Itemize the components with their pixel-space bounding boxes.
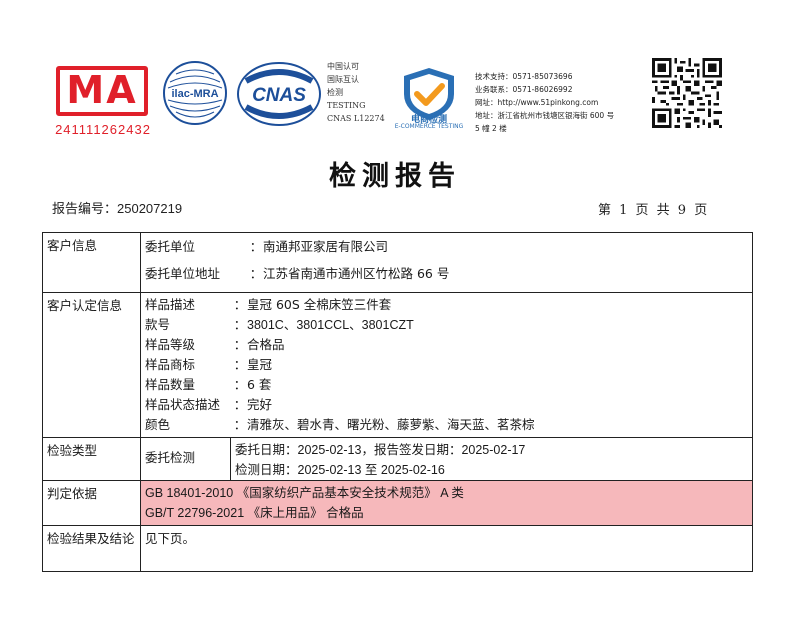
field-label: 委托单位地址 bbox=[145, 266, 221, 281]
inspection-type-cell: 委托检测 委托日期：2025-02-13，报告签发日期：2025-02-17 检… bbox=[140, 437, 753, 481]
sample-info-cell: 样品描述 ：皇冠 60S 全棉床笠三件套 款号 ：3801C、3801CCL、380… bbox=[140, 292, 753, 438]
inspection-dates: 委托日期：2025-02-13，报告签发日期：2025-02-17 检测日期：2… bbox=[231, 438, 529, 480]
table-row-customer-info: 客户信息 委托单位 ：南通邦亚家居有限公司 委托单位地址 ：江苏省南通市通州区竹松路… bbox=[42, 232, 753, 293]
basis-standard-line: GB 18401-2010 《国家纺织产品基本安全技术规范》 A 类 bbox=[145, 486, 464, 500]
cma-logo-text: MA bbox=[66, 68, 138, 112]
page-indicator: 第 1 页 共 9 页 bbox=[598, 203, 708, 218]
result-cell: 见下页。 bbox=[140, 525, 753, 572]
category-cell: 客户信息 bbox=[42, 232, 141, 293]
field-label: 颜色 bbox=[145, 417, 171, 432]
header-logos: MA 241111262432 ilac-MRA CNAS 中国认可 国际互认 … bbox=[0, 0, 790, 150]
cma-number: 241111262432 bbox=[55, 122, 151, 137]
field-value: 完好 bbox=[247, 397, 273, 412]
table-row-inspection-type: 检验类型 委托检测 委托日期：2025-02-13，报告签发日期：2025-02… bbox=[42, 437, 753, 481]
field-value: 皇冠 bbox=[247, 357, 273, 372]
tech-support-line: 技术支持：0571-85073696 bbox=[475, 72, 573, 81]
cnas-logo-text: CNAS bbox=[252, 85, 306, 106]
table-row-customer-confirmed: 客户认定信息 样品描述 ：皇冠 60S 全棉床笠三件套 款号 ：3801C、3801… bbox=[42, 292, 753, 438]
field-label: 样品商标 bbox=[145, 357, 196, 372]
info-line: 样品状态描述 ：完好 bbox=[145, 395, 748, 415]
cma-logo: MA 241111262432 bbox=[55, 66, 150, 140]
report-number: 报告编号：250207219 bbox=[52, 198, 182, 217]
basis-standard-line: GB/T 22796-2021 《床上用品》 合格品 bbox=[145, 506, 364, 520]
field-value: 合格品 bbox=[247, 337, 285, 352]
field-label: 款号 bbox=[145, 317, 171, 332]
field-label: 样品描述 bbox=[145, 297, 196, 312]
info-line: 样品商标 ：皇冠 bbox=[145, 355, 748, 375]
field-value: 6 套 bbox=[247, 377, 272, 392]
website-line[interactable]: 网址：http://www.51pinkong.com bbox=[475, 96, 635, 109]
address-line: 地址：浙江省杭州市钱塘区银海街 600 号 bbox=[475, 111, 615, 120]
ilac-mra-logo: ilac-MRA bbox=[163, 61, 227, 125]
ecommerce-testing-subtitle: E-COMMERCE TESTING bbox=[394, 123, 464, 130]
field-value: 南通邦亚家居有限公司 bbox=[263, 239, 389, 254]
field-label: 委托单位 bbox=[145, 239, 196, 254]
category-cell: 判定依据 bbox=[42, 480, 141, 526]
address-line-2: 5 幢 2 楼 bbox=[475, 124, 507, 133]
report-number-value: 250207219 bbox=[117, 201, 183, 216]
cnas-logo: CNAS bbox=[237, 62, 321, 126]
report-title: 检测报告 bbox=[329, 161, 461, 192]
contact-info: 技术支持：0571-85073696 业务联系：0571-86026992 网址… bbox=[475, 70, 635, 135]
cnas-caption-line: CNAS L12274 bbox=[327, 114, 385, 123]
customer-info-cell: 委托单位 ：南通邦亚家居有限公司 委托单位地址 ：江苏省南通市通州区竹松路 66 号 bbox=[140, 232, 753, 293]
inspection-type-value: 委托检测 bbox=[141, 438, 231, 480]
cnas-caption: 中国认可 国际互认 检测 TESTING CNAS L12274 bbox=[327, 60, 389, 125]
cnas-caption-line: 国际互认 bbox=[327, 75, 359, 84]
field-label: 样品状态描述 bbox=[145, 397, 221, 412]
info-line: 样品描述 ：皇冠 60S 全棉床笠三件套 bbox=[145, 295, 748, 315]
info-line: 委托单位地址 ：江苏省南通市通州区竹松路 66 号 bbox=[145, 262, 748, 289]
cnas-caption-line: 中国认可 bbox=[327, 62, 359, 71]
info-line: 样品数量 ：6 套 bbox=[145, 375, 748, 395]
info-line: 款号 ：3801C、3801CCL、3801CZT bbox=[145, 315, 748, 335]
cnas-caption-line: 检测 bbox=[327, 88, 343, 97]
field-value: 江苏省南通市通州区竹松路 66 号 bbox=[263, 266, 450, 281]
info-line: 颜色 ：清雅灰、碧水青、曙光粉、藤萝紫、海天蓝、茗茶棕 bbox=[145, 415, 748, 435]
cnas-caption-line: TESTING bbox=[327, 101, 366, 110]
field-label: 样品等级 bbox=[145, 337, 196, 352]
basis-cell: GB 18401-2010 《国家纺织产品基本安全技术规范》 A 类 GB/T … bbox=[140, 480, 753, 526]
table-row-basis: 判定依据 GB 18401-2010 《国家纺织产品基本安全技术规范》 A 类 … bbox=[42, 480, 753, 526]
report-table: 客户信息 委托单位 ：南通邦亚家居有限公司 委托单位地址 ：江苏省南通市通州区竹松路… bbox=[42, 232, 753, 572]
field-label: 样品数量 bbox=[145, 377, 196, 392]
table-row-result: 检验结果及结论 见下页。 bbox=[42, 525, 753, 572]
business-line: 业务联系：0571-86026992 bbox=[475, 85, 573, 94]
field-value: 3801C、3801CCL、3801CZT bbox=[247, 318, 414, 332]
category-cell: 检验结果及结论 bbox=[42, 525, 141, 572]
qr-code-icon bbox=[652, 58, 722, 128]
info-line: 样品等级 ：合格品 bbox=[145, 335, 748, 355]
test-dates-line: 检测日期：2025-02-13 至 2025-02-16 bbox=[235, 463, 445, 477]
commission-dates-line: 委托日期：2025-02-13，报告签发日期：2025-02-17 bbox=[235, 443, 526, 457]
field-value: 清雅灰、碧水青、曙光粉、藤萝紫、海天蓝、茗茶棕 bbox=[247, 417, 535, 432]
info-line: 委托单位 ：南通邦亚家居有限公司 bbox=[145, 235, 748, 262]
ilac-logo-text: ilac-MRA bbox=[171, 88, 218, 100]
category-cell: 检验类型 bbox=[42, 437, 141, 481]
field-value: 皇冠 60S 全棉床笠三件套 bbox=[247, 297, 392, 312]
report-number-label: 报告编号： bbox=[52, 202, 118, 217]
category-cell: 客户认定信息 bbox=[42, 292, 141, 438]
